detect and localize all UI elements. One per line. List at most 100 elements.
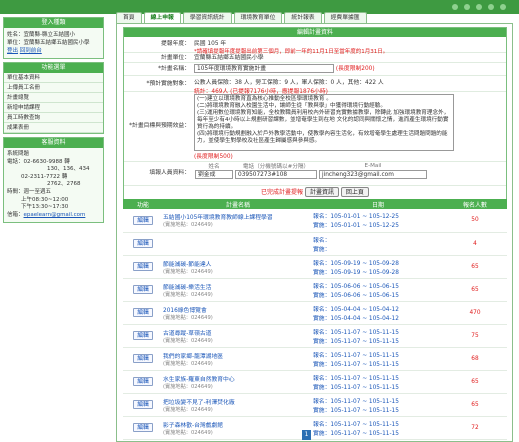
page: 登入種類 姓名：宜蘭縣-縣立五結國小 單位：宜蘭縣五結鄉五結國民小學 登出 回到… <box>0 0 519 442</box>
effect-textarea[interactable]: (一)建立以環境教育直為核心推動全校區學環境教育 。 (二)將環境教育融入校園生… <box>194 94 454 151</box>
edit-button[interactable]: 編輯 <box>133 400 153 409</box>
tab-learning-stats[interactable]: 學習資訊統計 <box>182 12 232 23</box>
col-count: 報名人數 <box>443 199 507 209</box>
menu-item-plan-overview[interactable]: 計畫總覽 <box>4 93 103 103</box>
unit-label: 計畫單位： <box>161 55 190 61</box>
plan-name-limit: (長度限制200) <box>335 66 375 72</box>
form-title: 編輯計畫資料 <box>124 28 506 37</box>
plan-location: (實施地點：024649) <box>163 222 213 229</box>
login-box-title: 登入種類 <box>4 18 103 28</box>
menu-box: 功能選單 單位基本資料 上傳員工名冊 計畫總覽 新增申請課程 員工時數查詢 成果… <box>3 62 104 134</box>
contact-header-email: E-Mail <box>364 163 382 169</box>
unit-value: 宜蘭縣五結鄉五結國民小學 <box>194 55 264 61</box>
support-line: 信箱： <box>7 211 24 218</box>
edit-button[interactable]: 編輯 <box>133 354 153 363</box>
support-email-link[interactable]: epaelearn@gmail.com <box>24 212 86 218</box>
implement-date: 實施：105-04-04 ~ 105-04-12 <box>313 315 399 322</box>
edit-button[interactable]: 編輯 <box>133 239 153 248</box>
back-button[interactable]: 回上頁 <box>340 187 369 197</box>
plan-name-link[interactable]: 水生家族-羅東自然教育中心 <box>163 374 313 383</box>
edit-button[interactable]: 編輯 <box>133 331 153 340</box>
plan-info-button[interactable]: 計畫資訊 <box>304 187 339 197</box>
contact-name-input[interactable]: 劉金成 <box>195 170 233 179</box>
register-count: 50 <box>443 209 507 233</box>
edit-button[interactable]: 編輯 <box>133 262 153 271</box>
table-row: 編輯 水生家族-羅東自然教育中心 (實施地點：024649) 報名：105-11-07… <box>123 370 507 394</box>
register-count: 72 <box>443 416 507 440</box>
table-row: 編輯 影子森林歡-台灣戲劇館 (實施地點：024649) 報名：105-11-07 ~… <box>123 416 507 440</box>
implement-date: 實施：105-11-07 ~ 105-11-15 <box>313 384 399 391</box>
table-row: 編輯 節能減碳-樂活生活 (實施地點：024649) 報名：105-06-06 ~ 1… <box>123 278 507 302</box>
table-row: 編輯 古道尋蹤-草嶺古道 (實施地點：024649) 報名：105-11-07 ~ 1… <box>123 324 507 348</box>
back-to-front-link[interactable]: 回到前台 <box>20 48 42 54</box>
support-line: 下午13:30~17:30 <box>21 204 69 211</box>
contact-header-name: 姓名 <box>208 164 220 170</box>
tab-expense[interactable]: 經費單據匯 <box>323 12 367 23</box>
table-row: 編輯 節能減碳-節能達人 (實施地點：024649) 報名：105-09-19 ~ 1… <box>123 255 507 279</box>
register-date: 報名：105-04-04 ~ 105-04-12 <box>313 306 399 313</box>
register-count: 68 <box>443 347 507 371</box>
completed-note: 已完成計畫提報 <box>261 189 304 196</box>
menu-item-add-course[interactable]: 新增申請課程 <box>4 103 103 113</box>
contact-table: 姓名 電話（分機號碼以#分隔） E-Mail 劉金成 039507273#108… <box>194 162 428 179</box>
login-name: 姓名：宜蘭縣-縣立五結國小 <box>7 32 75 38</box>
col-plan-name: 計畫名稱 <box>163 199 313 209</box>
register-date: 報名：105-11-07 ~ 105-11-15 <box>313 375 399 382</box>
menu-item-unit-info[interactable]: 單位基本資料 <box>4 73 103 83</box>
edit-button[interactable]: 編輯 <box>133 377 153 386</box>
target-counts: 公教人員保險：38 人，勞工保險：9 人，軍人保險：0 人，其他：422 人 <box>194 80 384 86</box>
register-date: 報名： <box>313 237 331 244</box>
menu-item-upload-roster[interactable]: 上傳員工名冊 <box>4 83 103 93</box>
col-function: 功能 <box>123 199 163 209</box>
plan-name-link[interactable]: 五結國小105年環境教育教師線上課程學習 <box>163 212 313 221</box>
support-line: 電話：02-6630-9988 轉 <box>7 158 70 165</box>
plan-location: (實施地點：024649) <box>163 383 213 390</box>
support-title: 客服資料 <box>4 138 103 148</box>
contact-phone-input[interactable]: 039507273#108 <box>235 170 317 179</box>
implement-date: 實施：105-09-19 ~ 105-09-28 <box>313 269 399 276</box>
effect-limit: (長度限制500) <box>194 154 233 160</box>
logout-link[interactable]: 登出 <box>7 48 18 54</box>
tab-online-report[interactable]: 線上申報 <box>143 12 181 23</box>
menu-item-hours-query[interactable]: 員工時數查詢 <box>4 113 103 123</box>
register-date: 報名：105-06-06 ~ 105-06-15 <box>313 283 399 290</box>
table-row: 編輯 把垃圾變不見了-利澤焚化廠 (實施地點：024649) 報名：105-11-07… <box>123 393 507 417</box>
year-value: 民國 105 年 <box>194 41 227 47</box>
plan-location: (實施地點：024649) <box>163 291 213 298</box>
plan-name-link[interactable]: 2016綠色博覽會 <box>163 305 313 314</box>
plan-name-link[interactable]: 節能減碳-樂活生活 <box>163 282 313 291</box>
plan-name-link[interactable]: 影子森林歡-台灣戲劇館 <box>163 420 313 429</box>
implement-date: 實施：105-11-07 ~ 105-11-15 <box>313 338 399 345</box>
edit-button[interactable]: 編輯 <box>133 308 153 317</box>
table-row: 編輯 五結國小105年環境教育教師線上課程學習 (實施地點：024649) 報名：10… <box>123 209 507 233</box>
edit-button[interactable]: 編輯 <box>133 423 153 432</box>
year-label: 提報年度： <box>161 41 190 47</box>
implement-date: 實施： <box>313 246 331 253</box>
table-row: 編輯 報名： 實施： 4 <box>123 232 507 256</box>
login-unit: 單位：宜蘭縣五結鄉五結國民小學 <box>7 40 90 46</box>
register-date: 報名：105-11-07 ~ 105-11-15 <box>313 329 399 336</box>
edit-button[interactable]: 編輯 <box>133 215 153 225</box>
contact-email-input[interactable]: jincheng323@gmail.com <box>319 170 427 179</box>
register-date: 報名：105-11-07 ~ 105-11-15 <box>313 421 399 428</box>
menu-item-results[interactable]: 成果表冊 <box>4 123 103 133</box>
plan-name-link[interactable]: 古道尋蹤-草嶺古道 <box>163 328 313 337</box>
plan-name-link[interactable]: 把垃圾變不見了-利澤焚化廠 <box>163 397 313 406</box>
edit-button[interactable]: 編輯 <box>133 285 153 294</box>
register-count: 65 <box>443 278 507 302</box>
implement-date: 實施：105-11-07 ~ 105-11-15 <box>313 430 399 437</box>
pagination-page-1[interactable]: 1 <box>302 430 311 440</box>
plan-name-link[interactable]: 節能減碳-節能達人 <box>163 259 313 268</box>
tab-reports[interactable]: 統計報表 <box>284 12 322 23</box>
tab-home[interactable]: 首頁 <box>116 12 142 23</box>
plan-name-link[interactable]: 我們的家鄉-龍潭湖地區 <box>163 351 313 360</box>
plan-name-input[interactable]: 105年度環境教育實施計畫 <box>194 64 334 73</box>
plan-location: (實施地點：024649) <box>163 429 213 436</box>
tab-env-units[interactable]: 環境教育單位 <box>233 12 283 23</box>
support-line: 130、136、434 <box>47 166 90 173</box>
register-date: 報名：105-11-07 ~ 105-11-15 <box>313 398 399 405</box>
effect-label: *計畫目標與預期效益： <box>129 123 190 129</box>
register-date: 報名：105-11-07 ~ 105-11-15 <box>313 352 399 359</box>
plan-location: (實施地點：024649) <box>163 406 213 413</box>
sidebar: 登入種類 姓名：宜蘭縣-縣立五結國小 單位：宜蘭縣五結鄉五結國民小學 登出 回到… <box>3 17 104 226</box>
